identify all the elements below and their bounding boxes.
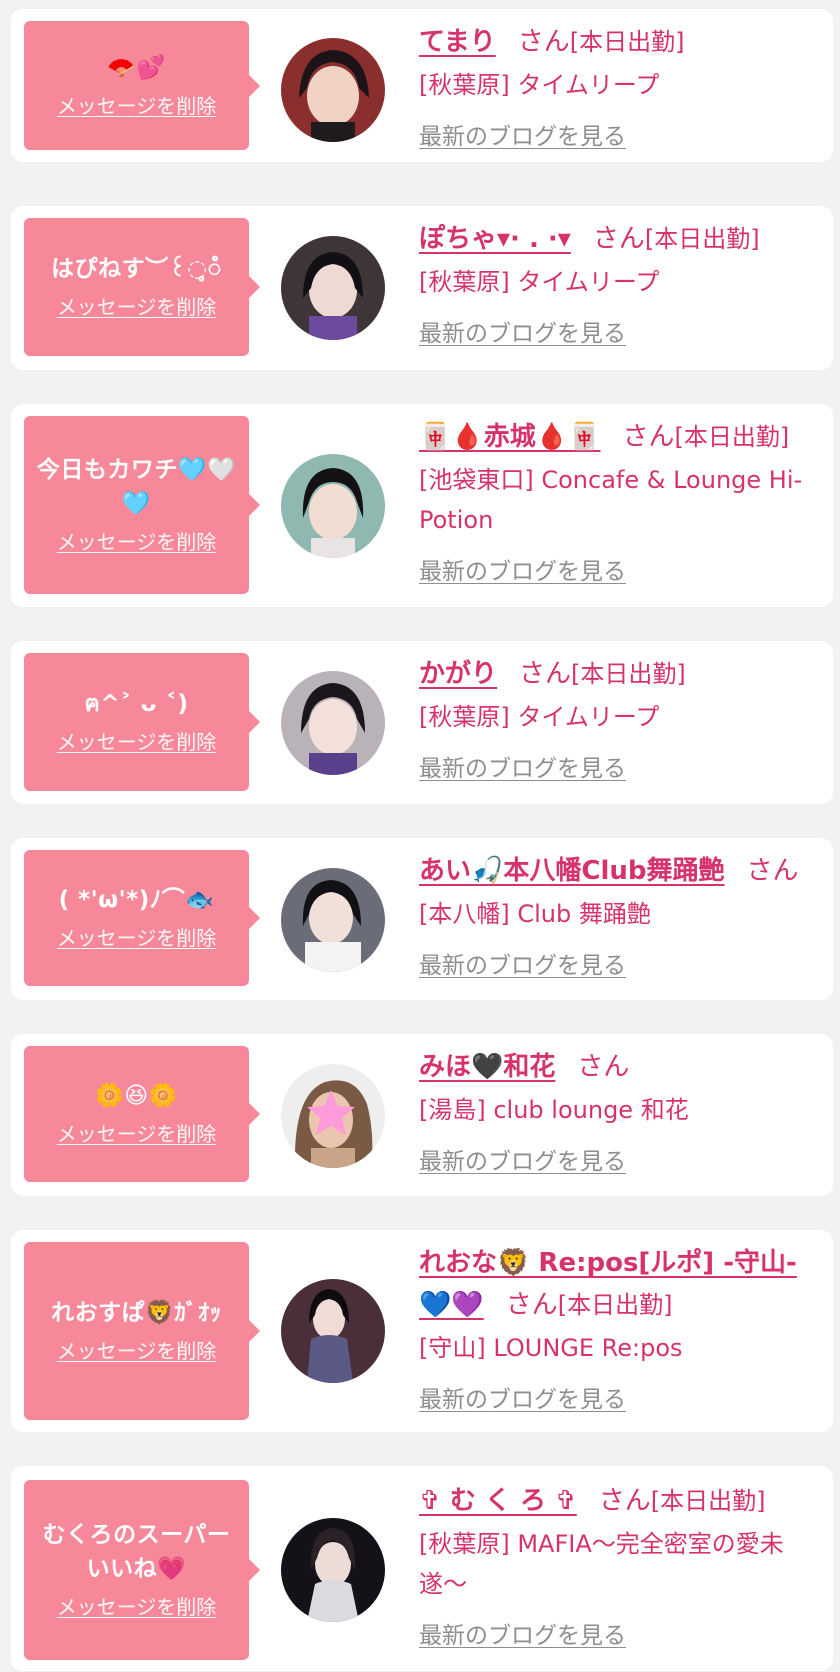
list-item: 🌼😆🌼 メッセージを削除 みほ🖤和花 さん [湯島] club lounge 和花…: [11, 1034, 833, 1196]
message-bubble: ( *'ω'*)ﾉ⌒🐟 メッセージを削除: [24, 850, 260, 986]
cast-name-link[interactable]: 🀄🩸赤城🩸🀄: [419, 422, 601, 452]
latest-blog-link[interactable]: 最新のブログを見る: [419, 751, 626, 787]
list-item: れおすぱ🦁ｶﾞｵｯ メッセージを削除 れおな🦁 Re:pos[ルポ] -守山-💙…: [11, 1230, 833, 1432]
list-item: 🪭💕 メッセージを削除 てまり さん[本日出勤] [秋葉原] タイムリープ 最新の…: [11, 9, 833, 162]
message-text: ( *'ω'*)ﾉ⌒🐟: [58, 887, 215, 913]
delete-message-link[interactable]: メッセージを削除: [57, 1336, 217, 1366]
avatar[interactable]: [281, 38, 385, 142]
delete-message-link[interactable]: メッセージを削除: [57, 91, 217, 121]
name-row: てまり さん[本日出勤]: [419, 21, 827, 63]
avatar[interactable]: [281, 454, 385, 558]
latest-blog-link[interactable]: 最新のブログを見る: [419, 1382, 626, 1418]
cast-name-link[interactable]: みほ🖤和花: [419, 1052, 555, 1082]
latest-blog-link[interactable]: 最新のブログを見る: [419, 554, 626, 590]
honorific: さん: [517, 27, 570, 57]
avatar[interactable]: [281, 1518, 385, 1622]
name-row: あい🎣本八幡Club舞踊艶 さん: [419, 850, 827, 892]
list-item: ( *'ω'*)ﾉ⌒🐟 メッセージを削除 あい🎣本八幡Club舞踊艶 さん [本八…: [11, 838, 833, 1000]
cast-info: かがり さん[本日出勤] [秋葉原] タイムリープ 最新のブログを見る: [419, 653, 827, 787]
shop-text: [守山] LOUNGE Re:pos: [419, 1334, 683, 1362]
message-bubble: ฅ^˃ ᴗ ˂) メッセージを削除: [24, 653, 260, 791]
status-text: [本日出勤]: [571, 660, 686, 688]
message-text: 🌼😆🌼: [95, 1083, 178, 1109]
cast-name-link[interactable]: かがり: [419, 659, 497, 689]
message-bubble: むくろのスーパーいいね💗 メッセージを削除: [24, 1480, 260, 1660]
latest-blog-link[interactable]: 最新のブログを見る: [419, 948, 626, 984]
avatar[interactable]: [281, 671, 385, 775]
honorific: さん: [598, 1486, 651, 1516]
avatar[interactable]: [281, 1279, 385, 1383]
message-text: ฅ^˃ ᴗ ˂): [84, 691, 189, 717]
list-item: ฅ^˃ ᴗ ˂) メッセージを削除 かがり さん[本日出勤] [秋葉原] タイムリ…: [11, 641, 833, 804]
cast-info: ✞ む く ろ ✞ さん[本日出勤] [秋葉原] MAFIA〜完全密室の愛未遂〜 …: [419, 1480, 827, 1654]
latest-blog-link[interactable]: 最新のブログを見る: [419, 316, 626, 352]
shop-text: [秋葉原] タイムリープ: [419, 703, 660, 731]
list-item: むくろのスーパーいいね💗 メッセージを削除 ✞ む く ろ ✞ さん[本日出勤] …: [11, 1466, 833, 1671]
cast-info: あい🎣本八幡Club舞踊艶 さん [本八幡] Club 舞踊艶 最新のブログを見る: [419, 850, 827, 984]
honorific: さん: [746, 856, 799, 886]
delete-message-link[interactable]: メッセージを削除: [57, 292, 217, 322]
shop-text: [湯島] club lounge 和花: [419, 1096, 689, 1124]
honorific: さん: [592, 224, 645, 254]
avatar[interactable]: [281, 868, 385, 972]
avatar[interactable]: [281, 236, 385, 340]
cast-info: みほ🖤和花 さん [湯島] club lounge 和花 最新のブログを見る: [419, 1046, 827, 1180]
message-text: 今日もカワチ🩵🤍🩵: [36, 457, 237, 517]
message-text: 🪭💕: [107, 54, 166, 81]
latest-blog-link[interactable]: 最新のブログを見る: [419, 119, 626, 155]
avatar[interactable]: [281, 1064, 385, 1168]
delete-message-link[interactable]: メッセージを削除: [57, 1592, 217, 1622]
honorific: さん: [622, 422, 675, 452]
status-text: [本日出勤]: [674, 423, 790, 451]
cast-name-link[interactable]: ✞ む く ろ ✞: [419, 1486, 577, 1516]
cast-info: れおな🦁 Re:pos[ルポ] -守山-💙💜 さん[本日出勤] [守山] LOUN…: [419, 1242, 827, 1418]
latest-blog-link[interactable]: 最新のブログを見る: [419, 1618, 626, 1654]
message-bubble: 🌼😆🌼 メッセージを削除: [24, 1046, 260, 1182]
delete-message-link[interactable]: メッセージを削除: [57, 527, 217, 557]
shop-text: [秋葉原] タイムリープ: [419, 268, 660, 296]
honorific: さん: [577, 1052, 630, 1082]
name-row: ✞ む く ろ ✞ さん[本日出勤]: [419, 1480, 827, 1522]
shop-text: [秋葉原] タイムリープ: [419, 71, 660, 99]
cast-name-link[interactable]: てまり: [419, 27, 496, 57]
latest-blog-link[interactable]: 最新のブログを見る: [419, 1144, 626, 1180]
message-bubble: はぴねす︶꒰◌̥̥̥ꠋ メッセージを削除: [24, 218, 260, 356]
name-row: ぽちゃ▾· . ·▾ さん[本日出勤]: [419, 218, 827, 260]
cast-name-link[interactable]: あい🎣本八幡Club舞踊艶: [419, 856, 725, 886]
name-row: 🀄🩸赤城🩸🀄 さん[本日出勤]: [419, 416, 827, 458]
status-text: [本日出勤]: [644, 225, 760, 253]
message-bubble: れおすぱ🦁ｶﾞｵｯ メッセージを削除: [24, 1242, 260, 1420]
list-item: はぴねす︶꒰◌̥̥̥ꠋ メッセージを削除 ぽちゃ▾· . ·▾ さん[本日出勤] …: [11, 206, 833, 370]
shop-text: [秋葉原] MAFIA〜完全密室の愛未遂〜: [419, 1530, 784, 1598]
message-text: れおすぱ🦁ｶﾞｵｯ: [51, 1300, 222, 1326]
status-text: [本日出勤]: [569, 28, 685, 56]
delete-message-link[interactable]: メッセージを削除: [57, 1119, 217, 1149]
cast-info: ぽちゃ▾· . ·▾ さん[本日出勤] [秋葉原] タイムリープ 最新のブログを見…: [419, 218, 827, 352]
honorific: さん: [519, 659, 572, 689]
name-row: みほ🖤和花 さん: [419, 1046, 827, 1088]
shop-text: [池袋東口] Concafe & Lounge Hi-Potion: [419, 466, 803, 534]
message-text: はぴねす︶꒰◌̥̥̥ꠋ: [51, 256, 222, 282]
list-item: 今日もカワチ🩵🤍🩵 メッセージを削除 🀄🩸赤城🩸🀄 さん[本日出勤] [池袋東口]…: [11, 404, 833, 607]
cast-name-link[interactable]: ぽちゃ▾· . ·▾: [419, 224, 571, 254]
message-text: むくろのスーパーいいね💗: [42, 1522, 231, 1582]
name-row: れおな🦁 Re:pos[ルポ] -守山-💙💜 さん[本日出勤]: [419, 1242, 827, 1326]
honorific: さん: [505, 1290, 558, 1320]
name-row: かがり さん[本日出勤]: [419, 653, 827, 695]
cast-info: てまり さん[本日出勤] [秋葉原] タイムリープ 最新のブログを見る: [419, 21, 827, 155]
delete-message-link[interactable]: メッセージを削除: [57, 727, 217, 757]
delete-message-link[interactable]: メッセージを削除: [57, 923, 217, 953]
status-text: [本日出勤]: [650, 1487, 766, 1515]
status-text: [本日出勤]: [557, 1291, 673, 1319]
message-bubble: 今日もカワチ🩵🤍🩵 メッセージを削除: [24, 416, 260, 594]
shop-text: [本八幡] Club 舞踊艶: [419, 900, 651, 928]
message-bubble: 🪭💕 メッセージを削除: [24, 21, 260, 150]
cast-info: 🀄🩸赤城🩸🀄 さん[本日出勤] [池袋東口] Concafe & Lounge H…: [419, 416, 827, 590]
